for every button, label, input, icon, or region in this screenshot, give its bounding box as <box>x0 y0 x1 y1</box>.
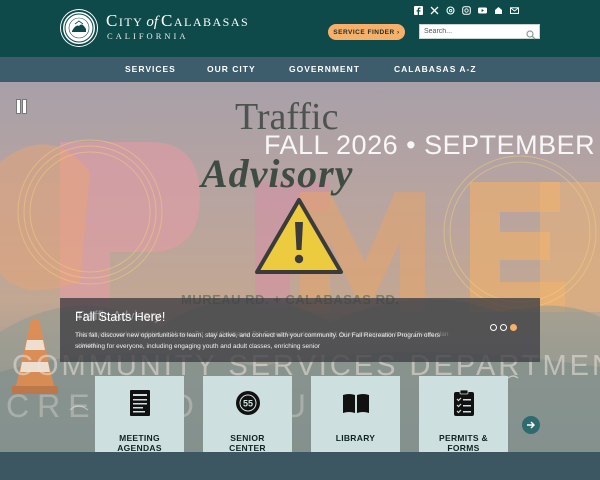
arrow-right-icon <box>527 421 535 429</box>
quick-link-label-line-1: LIBRARY <box>335 433 376 443</box>
search-icon[interactable] <box>526 27 536 45</box>
nav-item-services[interactable]: SERVICES <box>125 57 176 82</box>
threads-icon[interactable] <box>446 6 455 15</box>
pause-icon-bar-right <box>22 99 27 114</box>
quick-link-label-line-1: SENIOR <box>230 433 265 443</box>
open-book-icon <box>342 389 370 417</box>
page-bottom-strip <box>0 452 600 480</box>
slide-dot-2[interactable] <box>500 324 507 331</box>
search-box <box>419 24 540 40</box>
pause-icon-bar-left <box>16 99 21 114</box>
social-links <box>414 6 519 16</box>
site-header: City of Calabasas CALIFORNIA SERVICE FINDE… <box>0 0 600 57</box>
youtube-icon[interactable] <box>478 6 487 15</box>
x-icon[interactable] <box>430 6 439 15</box>
next-slide-button[interactable] <box>522 416 540 434</box>
nav-item-our-city[interactable]: OUR CITY <box>207 57 256 82</box>
slide-dot-1[interactable] <box>490 324 497 331</box>
quick-link-label: LIBRARY <box>336 433 376 443</box>
slide-caption: Traffic Advisory Fall Starts Here! Const… <box>60 298 540 362</box>
quick-link-label-line-1: PERMITS & <box>439 433 488 443</box>
city-name-word-1: City <box>106 11 144 30</box>
checklist-clipboard-icon <box>453 389 475 417</box>
slide-dot-3[interactable] <box>510 324 517 331</box>
quick-link-label-line-1: MEETING <box>119 433 160 443</box>
facebook-icon[interactable] <box>414 6 423 15</box>
nav-item-government[interactable]: GOVERNMENT <box>289 57 360 82</box>
instagram-icon[interactable] <box>462 6 471 15</box>
main-nav: SERVICES OUR CITY GOVERNMENT CALABASAS A… <box>0 57 600 82</box>
nextdoor-icon[interactable] <box>494 6 503 15</box>
service-finder-button[interactable]: SERVICE FINDER › <box>328 24 405 40</box>
hero-slideshow: Traffic FALL 2026 • SEPTEMBER - DEC Advi… <box>0 82 600 480</box>
agenda-document-icon <box>129 389 151 417</box>
nav-item-calabasas-a-z[interactable]: CALABASAS A-Z <box>394 57 477 82</box>
email-icon[interactable] <box>510 6 519 15</box>
senior-center-55-icon: 55 <box>234 389 262 417</box>
pause-slideshow-button[interactable] <box>16 99 27 114</box>
search-input[interactable] <box>424 25 524 38</box>
quick-link-label: SENIOR CENTER <box>229 433 266 453</box>
caption-text: This fall, discover new opportunities to… <box>75 332 441 350</box>
city-subtitle: CALIFORNIA <box>107 31 189 41</box>
city-seal-logo[interactable] <box>61 10 97 46</box>
city-name-word-2: Calabasas <box>161 11 250 30</box>
quick-link-label: PERMITS & FORMS <box>439 433 488 453</box>
traffic-advisory-subtitle: Advisory <box>201 151 354 196</box>
quick-link-label: MEETING AGENDAS <box>117 433 162 453</box>
svg-text:55: 55 <box>242 399 252 409</box>
slide-indicators <box>490 324 517 331</box>
caption-title[interactable]: Fall Starts Here! <box>75 310 165 324</box>
city-name-of: of <box>146 14 159 30</box>
city-name[interactable]: City of Calabasas <box>106 11 249 32</box>
warning-icon <box>254 196 344 281</box>
